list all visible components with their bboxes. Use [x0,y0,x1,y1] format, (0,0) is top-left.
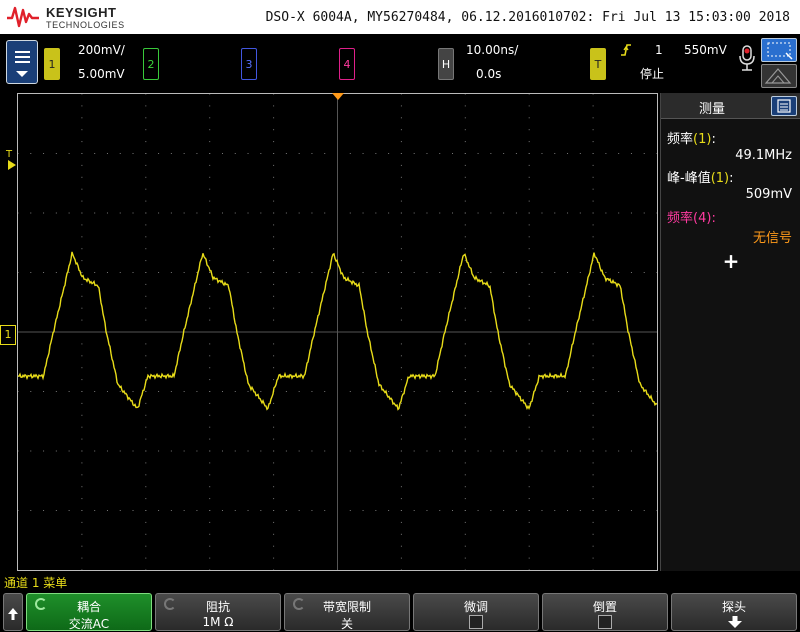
brand-name: KEYSIGHT [46,5,117,20]
softkey-impedance-value: 1M Ω [202,615,234,629]
measurement-1-label[interactable]: 频率(1): [667,128,716,147]
main-menu-button[interactable] [6,40,38,84]
measurement-2-colon: : [729,171,734,186]
brand-subtitle: TECHNOLOGIES [46,20,125,30]
measurement-panel-header: 测量 [661,93,800,119]
keysight-wave-icon [7,6,39,28]
trigger-level-marker[interactable]: T [6,150,16,170]
fine-adjust-checkbox[interactable] [469,615,483,629]
channel-1-ground-label: 1 [4,328,12,341]
measurement-2-label[interactable]: 峰-峰值(1): [667,167,734,186]
softkey-bandwidth-limit[interactable]: 带宽限制 关 [284,593,410,631]
menu-title: 通道 1 菜单 [4,576,68,590]
trigger-level: 550mV [684,43,727,57]
zoom-box-button[interactable] [761,38,797,62]
measurement-1-colon: : [711,132,716,147]
measurement-2-channel: (1) [710,171,730,186]
measurement-1-name: 频率 [667,132,694,147]
softkey-coupling-value: 交流AC [68,617,110,631]
channel-1-button[interactable]: 1 [44,48,60,80]
channel-3-label: 3 [245,57,253,71]
softkey-invert[interactable]: 倒置 [542,593,668,631]
measurement-2-name: 峰-峰值 [667,171,711,186]
softkey-fine-adjust[interactable]: 微调 [413,593,539,631]
channel-3-button[interactable]: 3 [241,48,257,80]
measurement-3-name: 频率 [667,211,694,226]
softkey-fine-adjust-title: 微调 [463,600,488,614]
trigger-level-arrow-icon [8,160,16,170]
softkey-bandwidth-limit-title: 带宽限制 [322,600,371,614]
menu-icon [15,51,30,77]
horizontal-label: H [441,57,451,71]
channel-4-button[interactable]: 4 [339,48,355,80]
measurement-3-value: 无信号 [752,231,792,246]
touch-mode-button[interactable] [761,64,797,88]
softkey-coupling[interactable]: 耦合 交流AC [26,593,152,631]
channel-1-offset: 5.00mV [78,67,125,81]
channel-4-label: 4 [343,57,351,71]
softkey-bandwidth-limit-value: 关 [340,617,353,631]
channel-1-ground-marker[interactable]: 1 [0,325,16,345]
microphone-icon[interactable] [737,44,757,74]
graticule-grid [18,94,657,570]
horizontal-button[interactable]: H [438,48,454,80]
measurement-3-channel: (4) [693,211,712,226]
measurement-menu-button[interactable] [771,96,797,116]
up-arrow-icon [8,608,18,620]
control-bar: 1 200mV/ 5.00mV 2 3 4 H 10.00ns/ 0.0s T … [0,34,800,92]
trigger-source: 1 [655,43,663,57]
trigger-position-marker-icon[interactable] [332,93,344,101]
run-status: 停止 [640,67,665,81]
zoom-box-icon [767,42,793,60]
title-bar: KEYSIGHT TECHNOLOGIES DSO-X 6004A, MY562… [0,0,800,34]
softkey-coupling-title: 耦合 [76,600,101,614]
device-info: DSO-X 6004A, MY56270484, 06.12.201601070… [265,10,790,25]
measurement-2-value: 509mV [745,187,792,202]
softkey-probe[interactable]: 探头 [671,593,797,631]
trigger-level-marker-label: T [6,149,13,160]
timebase-value: 10.00ns/ [466,43,519,57]
graticule [18,94,657,570]
trigger-button[interactable]: T [590,48,606,80]
channel-2-label: 2 [147,57,155,71]
add-measurement-button[interactable]: + [721,251,741,271]
measurement-1-channel: (1) [693,132,712,147]
measurement-1-value: 49.1MHz [735,148,792,163]
keysight-logo: KEYSIGHT TECHNOLOGIES [6,2,126,32]
softkey-bar: 耦合 交流AC 阻抗 1M Ω 带宽限制 关 微调 倒置 探头 [0,590,800,632]
measurement-3-colon: : [711,211,716,226]
list-icon [777,99,791,113]
softkey-impedance[interactable]: 阻抗 1M Ω [155,593,281,631]
invert-checkbox[interactable] [598,615,612,629]
channel-1-label: 1 [48,57,56,71]
softkey-invert-title: 倒置 [592,600,617,614]
rising-edge-icon [621,44,631,56]
measurement-panel: 测量 频率(1): 49.1MHz 峰-峰值(1): 509mV 频率(4): … [660,93,800,571]
measurement-3-label[interactable]: 频率(4): [667,207,716,226]
down-arrow-icon [728,616,742,628]
back-button[interactable] [3,593,23,631]
trigger-label: T [594,57,602,71]
touch-mode-icon [764,68,792,84]
delay-value: 0.0s [476,67,502,81]
channel-2-button[interactable]: 2 [143,48,159,80]
softkey-probe-title: 探头 [721,600,746,614]
softkey-impedance-title: 阻抗 [205,600,230,614]
waveform-display[interactable] [17,93,658,571]
channel-1-scale: 200mV/ [78,43,125,57]
measurement-panel-title: 测量 [699,102,726,117]
